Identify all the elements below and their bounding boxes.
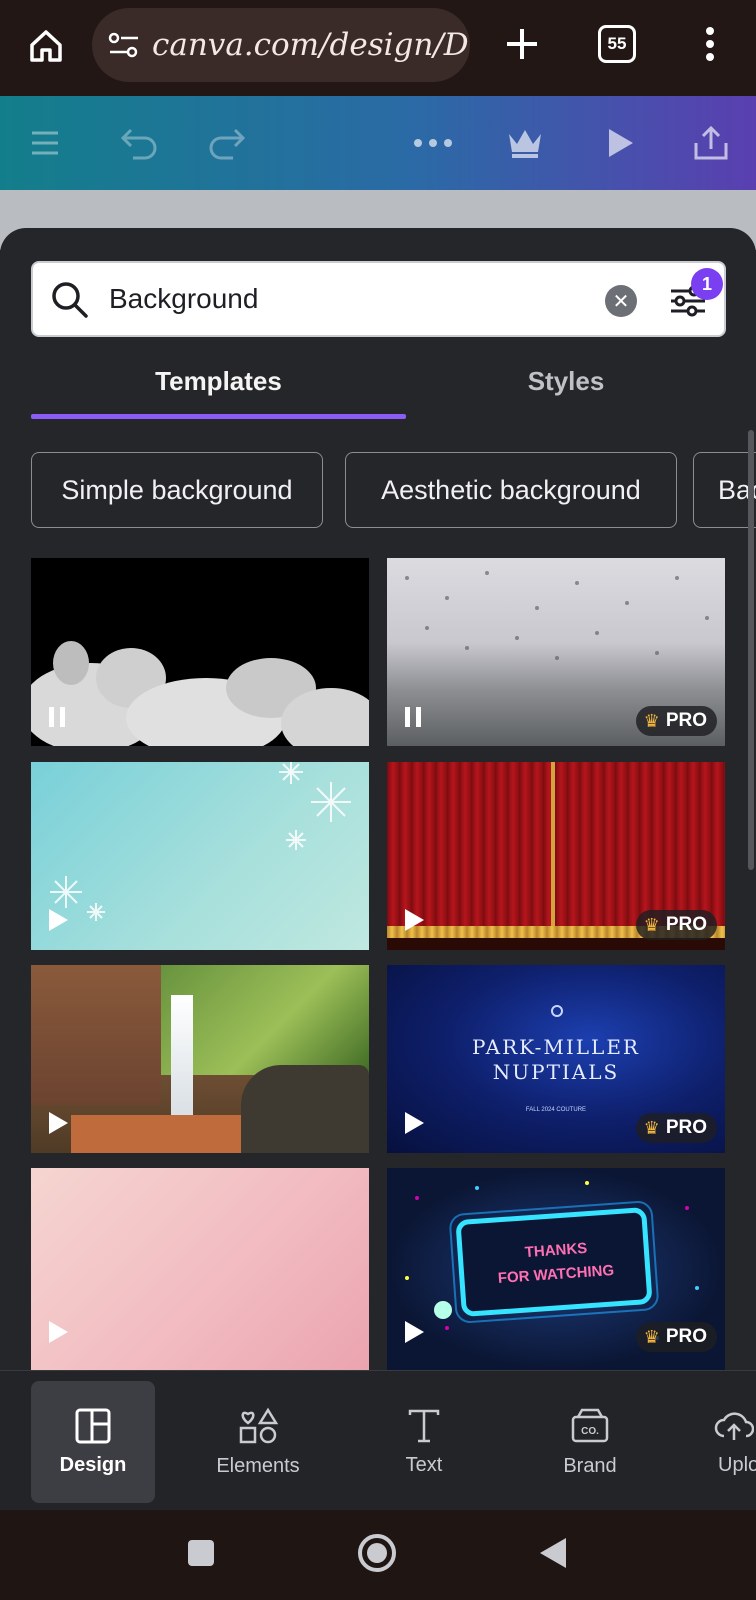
nav-label: Elements [216, 1454, 300, 1477]
svg-text:CO.: CO. [581, 1426, 599, 1437]
template-thumbnail[interactable] [31, 762, 369, 950]
play-icon[interactable] [403, 1320, 425, 1344]
home-button[interactable] [22, 22, 70, 70]
play-icon[interactable] [47, 1111, 69, 1135]
template-thumbnail[interactable]: THANKS FOR WATCHING ♛ PRO [387, 1168, 725, 1370]
suggestion-chip[interactable]: Bac [693, 452, 756, 528]
premium-button[interactable] [498, 116, 552, 170]
play-icon [609, 129, 633, 157]
clear-search-button[interactable]: ✕ [605, 285, 637, 317]
nav-label: Brand [563, 1454, 617, 1477]
browser-menu-button[interactable] [690, 20, 730, 68]
search-icon [52, 282, 88, 318]
address-bar[interactable]: canva.com/design/D [92, 8, 470, 82]
pro-badge: ♛ PRO [635, 910, 717, 940]
new-tab-button[interactable] [498, 20, 546, 68]
undo-icon [120, 128, 157, 160]
layout-icon [75, 1408, 111, 1443]
brand-icon: CO. [571, 1408, 609, 1442]
home-icon [30, 30, 62, 62]
more-horizontal-icon [414, 139, 452, 147]
more-options-button[interactable] [406, 116, 460, 170]
play-icon[interactable] [403, 1111, 425, 1135]
tab-styles[interactable]: Styles [406, 366, 726, 397]
suggestion-chip[interactable]: Simple background [31, 452, 323, 528]
text-icon [408, 1409, 440, 1442]
crown-icon: ♛ [643, 914, 660, 935]
site-settings-icon[interactable] [108, 31, 140, 59]
plus-icon [507, 29, 537, 59]
suggestion-chip[interactable]: Aesthetic background [345, 452, 677, 528]
present-button[interactable] [593, 116, 647, 170]
panel-scrollbar[interactable] [748, 430, 754, 870]
design-panel: Background ✕ 1 Templates Styles Simple b… [0, 228, 756, 1370]
editor-toolbar [0, 96, 756, 190]
undo-button[interactable] [112, 116, 166, 170]
url-text: canva.com/design/D [152, 27, 469, 63]
shapes-icon [239, 1407, 278, 1443]
crown-icon [509, 130, 541, 158]
tab-switcher-button[interactable]: 55 [598, 25, 636, 63]
nav-brand[interactable]: CO. Brand [528, 1381, 652, 1503]
more-vertical-icon [706, 27, 714, 61]
filter-count-badge: 1 [691, 268, 723, 300]
tab-templates[interactable]: Templates [31, 366, 406, 397]
home-nav-button[interactable] [358, 1534, 396, 1572]
template-title-line: PARK-MILLER [472, 1035, 640, 1059]
nav-label: Uplo [718, 1453, 756, 1476]
crown-icon: ♛ [643, 710, 660, 731]
nav-design[interactable]: Design [31, 1381, 155, 1503]
pause-icon[interactable] [403, 706, 423, 728]
system-navigation-bar [0, 1510, 756, 1600]
recents-button[interactable] [188, 1540, 214, 1566]
nav-uploads[interactable]: Uplo [694, 1381, 756, 1503]
play-icon[interactable] [47, 1320, 69, 1344]
template-thumbnail[interactable] [31, 558, 369, 746]
nav-elements[interactable]: Elements [196, 1381, 320, 1503]
template-thumbnail[interactable]: ♛ PRO [387, 558, 725, 746]
template-thumbnail[interactable]: ♛ PRO [387, 762, 725, 950]
template-thumbnail[interactable] [31, 965, 369, 1153]
nav-label: Text [405, 1453, 443, 1476]
search-input[interactable]: Background ✕ 1 [31, 261, 726, 337]
ornament-icon [551, 1005, 563, 1017]
upload-cloud-icon [714, 1411, 754, 1440]
redo-icon [209, 128, 246, 160]
play-icon[interactable] [47, 908, 69, 932]
editor-bottom-nav: Design Elements Text CO. Brand Uplo [0, 1370, 756, 1510]
pro-badge: ♛ PRO [635, 1322, 717, 1352]
template-thumbnail[interactable]: PARK-MILLER NUPTIALS FALL 2024 COUTURE ♛… [387, 965, 725, 1153]
crown-icon: ♛ [643, 1326, 660, 1347]
nav-text[interactable]: Text [362, 1381, 486, 1503]
close-icon: ✕ [612, 290, 630, 313]
share-icon [694, 125, 728, 160]
nav-label: Design [59, 1453, 127, 1476]
pro-badge: ♛ PRO [635, 706, 717, 736]
tab-count: 55 [607, 34, 627, 53]
browser-toolbar: canva.com/design/D 55 [0, 0, 756, 96]
hamburger-icon [32, 131, 58, 155]
active-tab-indicator [31, 414, 406, 419]
share-button[interactable] [684, 116, 738, 170]
template-thumbnail[interactable] [31, 1168, 369, 1370]
play-icon[interactable] [403, 908, 425, 932]
search-value: Background [109, 283, 259, 314]
redo-button[interactable] [200, 116, 254, 170]
back-icon[interactable] [538, 1536, 568, 1570]
pause-icon[interactable] [47, 706, 67, 728]
menu-button[interactable] [18, 116, 72, 170]
template-title-line: NUPTIALS [492, 1060, 620, 1084]
crown-icon: ♛ [643, 1117, 660, 1138]
pro-badge: ♛ PRO [635, 1113, 717, 1143]
